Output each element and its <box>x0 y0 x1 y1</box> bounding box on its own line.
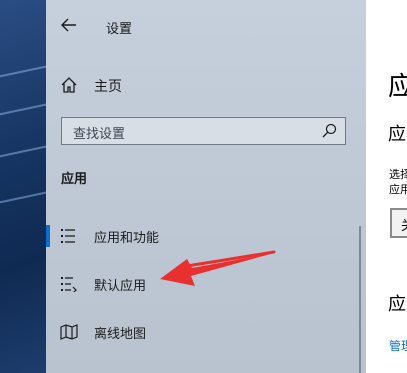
sidebar-item-label: 离线地图 <box>94 327 147 342</box>
section-heading-apps: 应用 <box>61 172 88 187</box>
back-arrow-icon <box>61 18 76 32</box>
search-icon <box>322 123 337 138</box>
section-title: 应 <box>388 124 406 145</box>
window-title: 设置 <box>106 22 133 37</box>
manage-link[interactable]: 管理 <box>389 337 407 354</box>
settings-content-pane: 应 应 选择 应用 关 应 管理 <box>366 0 407 373</box>
sidebar-item-label: 应用和功能 <box>94 231 160 246</box>
title-bar: 设置 <box>46 8 366 44</box>
home-label: 主页 <box>94 79 122 95</box>
sidebar-item-apps-features[interactable]: 应用和功能 <box>46 218 366 254</box>
sidebar-item-label: 默认应用 <box>94 279 147 294</box>
desktop-background <box>0 0 60 373</box>
apps-features-icon <box>61 229 75 243</box>
section-title: 应 <box>388 294 406 315</box>
search-input[interactable]: 查找设置 <box>61 117 346 145</box>
home-icon <box>61 77 77 93</box>
settings-sidebar: 设置 主页 查找设置 应用 应用和功能 默认应用 离线地图 <box>46 0 366 373</box>
sidebar-scrollbar[interactable] <box>359 226 361 373</box>
description-text: 应用 <box>389 183 407 196</box>
description-text: 选择 <box>389 168 407 181</box>
search-placeholder: 查找设置 <box>73 127 126 142</box>
page-title: 应 <box>388 72 407 102</box>
sidebar-item-default-apps[interactable]: 默认应用 <box>46 266 366 302</box>
selection-indicator <box>46 225 50 247</box>
nav-home[interactable]: 主页 <box>46 68 366 102</box>
dropdown-button[interactable]: 关 <box>390 208 407 238</box>
sidebar-item-offline-maps[interactable]: 离线地图 <box>46 314 366 350</box>
dropdown-button-label: 关 <box>401 215 407 234</box>
default-apps-icon <box>61 277 77 292</box>
back-button[interactable] <box>56 12 82 38</box>
offline-maps-icon <box>60 324 78 340</box>
